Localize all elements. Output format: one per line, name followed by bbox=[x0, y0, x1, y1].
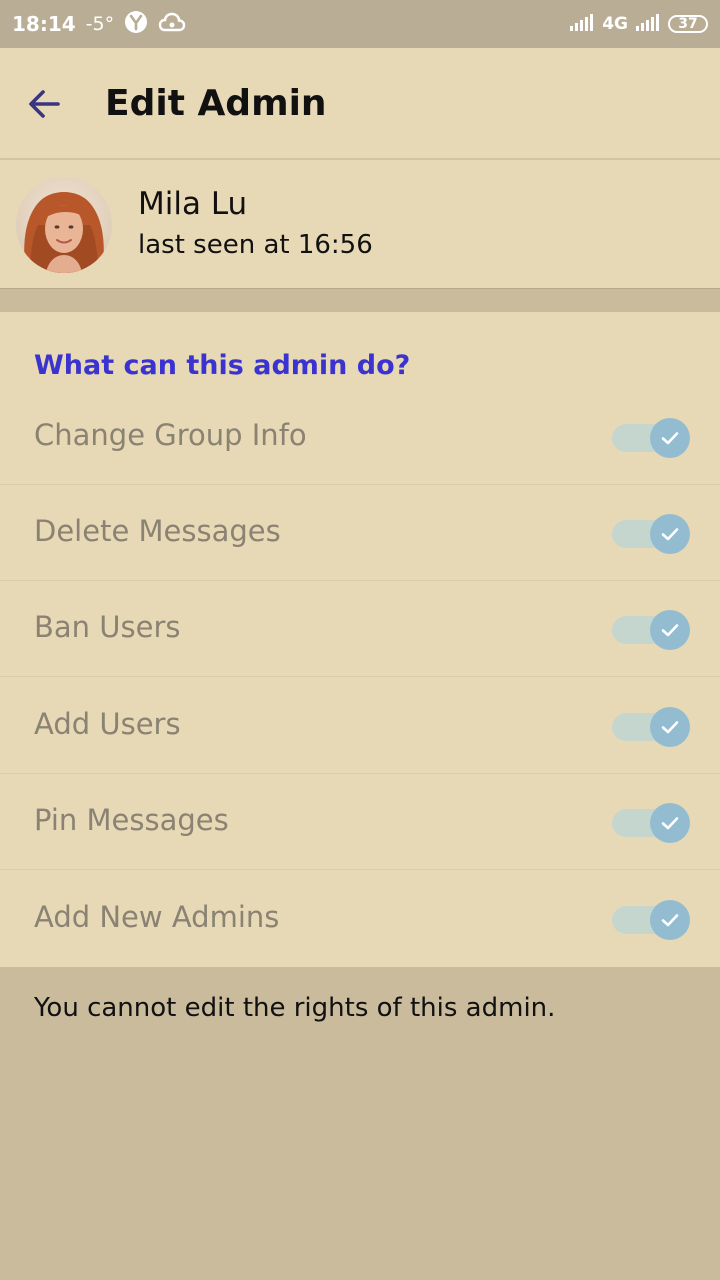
permission-label: Delete Messages bbox=[34, 514, 281, 548]
check-icon bbox=[661, 914, 679, 927]
toggle-knob bbox=[650, 418, 690, 458]
avatar[interactable] bbox=[16, 177, 112, 273]
permission-label: Ban Users bbox=[34, 610, 181, 644]
arrow-left-icon bbox=[29, 90, 60, 118]
pin-messages-toggle[interactable] bbox=[610, 802, 692, 844]
permission-row-add-users[interactable]: Add Users bbox=[0, 678, 720, 774]
add-new-admins-toggle[interactable] bbox=[610, 899, 692, 941]
toolbar: Edit Admin bbox=[0, 48, 720, 160]
battery-level: 37 bbox=[678, 16, 698, 32]
back-button[interactable] bbox=[20, 80, 68, 128]
toggle-knob bbox=[650, 707, 690, 747]
permission-label: Pin Messages bbox=[34, 803, 229, 837]
permissions-section: What can this admin do? Change Group Inf… bbox=[0, 312, 720, 967]
permission-row-delete-messages[interactable]: Delete Messages bbox=[0, 485, 720, 581]
toggle-knob bbox=[650, 514, 690, 554]
permission-row-ban-users[interactable]: Ban Users bbox=[0, 581, 720, 677]
signal-icon-2 bbox=[636, 13, 660, 36]
check-icon bbox=[661, 817, 679, 830]
yandex-icon bbox=[124, 10, 148, 39]
status-bar: 18:14 -5° 4G 37 bbox=[0, 0, 720, 48]
signal-icon bbox=[570, 13, 594, 36]
permission-row-change-group-info[interactable]: Change Group Info bbox=[0, 389, 720, 485]
page-title: Edit Admin bbox=[105, 83, 327, 124]
check-icon bbox=[661, 721, 679, 734]
battery-icon: 37 bbox=[668, 15, 708, 33]
toggle-knob bbox=[650, 900, 690, 940]
permission-label: Add Users bbox=[34, 707, 181, 741]
ban-users-toggle[interactable] bbox=[610, 609, 692, 651]
status-temperature: -5° bbox=[85, 13, 115, 35]
section-divider bbox=[0, 288, 720, 312]
toggle-knob bbox=[650, 803, 690, 843]
network-type: 4G bbox=[602, 14, 628, 34]
permission-label: Change Group Info bbox=[34, 418, 307, 452]
status-left: 18:14 -5° bbox=[12, 10, 186, 38]
permission-label: Add New Admins bbox=[34, 900, 280, 934]
last-seen-status: last seen at 16:56 bbox=[138, 230, 373, 260]
admin-profile: Mila Lu last seen at 16:56 bbox=[0, 160, 720, 288]
status-right: 4G 37 bbox=[570, 10, 708, 38]
admin-name: Mila Lu bbox=[138, 186, 248, 222]
toggle-knob bbox=[650, 610, 690, 650]
rights-info-note: You cannot edit the rights of this admin… bbox=[34, 993, 556, 1023]
check-icon bbox=[661, 624, 679, 637]
permission-row-pin-messages[interactable]: Pin Messages bbox=[0, 774, 720, 870]
status-time: 18:14 bbox=[12, 12, 76, 36]
check-icon bbox=[661, 528, 679, 541]
permissions-header: What can this admin do? bbox=[34, 350, 411, 381]
cloud-icon bbox=[158, 11, 186, 38]
check-icon bbox=[661, 432, 679, 445]
permission-row-add-new-admins[interactable]: Add New Admins bbox=[0, 871, 720, 967]
delete-messages-toggle[interactable] bbox=[610, 513, 692, 555]
change-group-info-toggle[interactable] bbox=[610, 417, 692, 459]
add-users-toggle[interactable] bbox=[610, 706, 692, 748]
